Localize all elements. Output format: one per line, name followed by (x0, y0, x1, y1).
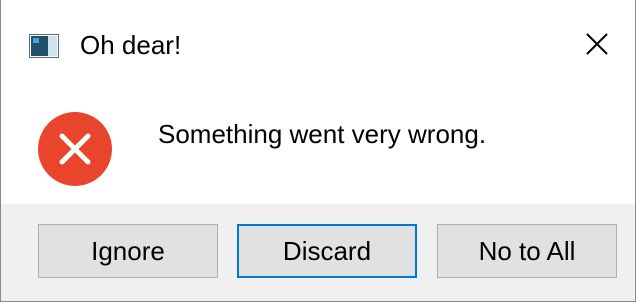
message-dialog: Oh dear! Something went very wrong. Igno… (0, 0, 636, 302)
error-icon (37, 111, 113, 187)
close-button[interactable] (577, 26, 617, 66)
error-message: Something went very wrong. (158, 119, 487, 149)
close-icon (585, 32, 609, 61)
discard-button[interactable]: Discard (237, 224, 417, 278)
button-bar: Ignore Discard No to All (1, 204, 635, 301)
application-window-icon (29, 34, 59, 58)
window-title: Oh dear! (80, 30, 182, 60)
title-bar[interactable]: Oh dear! (1, 0, 635, 88)
no-to-all-button[interactable]: No to All (437, 224, 617, 278)
ignore-button[interactable]: Ignore (38, 224, 218, 278)
